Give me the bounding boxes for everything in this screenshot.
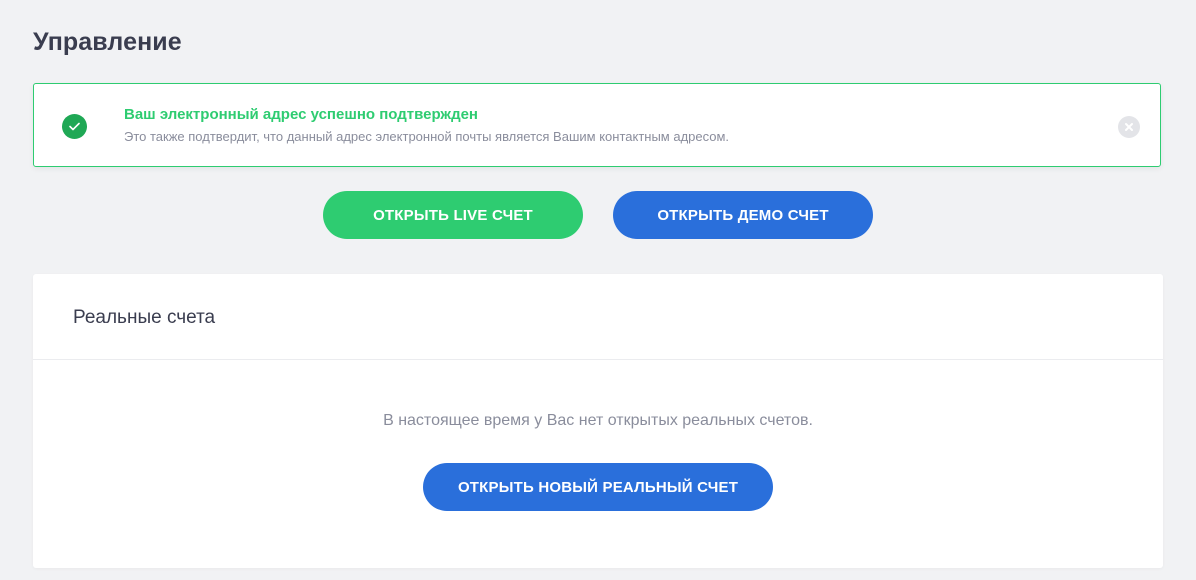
card-body: В настоящее время у Вас нет открытых реа… — [33, 360, 1163, 568]
empty-state-text: В настоящее время у Вас нет открытых реа… — [383, 412, 813, 429]
page-title: Управление — [33, 28, 182, 56]
card-title: Реальные счета — [73, 307, 216, 328]
close-circle-icon[interactable] — [1118, 116, 1140, 138]
open-new-real-account-button[interactable]: ОТКРЫТЬ НОВЫЙ РЕАЛЬНЫЙ СЧЕТ — [423, 463, 773, 511]
alert-text: Это также подтвердит, что данный адрес э… — [124, 129, 730, 144]
card-header: Реальные счета — [33, 274, 1163, 360]
real-accounts-card: Реальные счета В настоящее время у Вас н… — [33, 274, 1163, 568]
open-live-account-button[interactable]: ОТКРЫТЬ LIVE СЧЕТ — [323, 191, 583, 239]
open-demo-account-button[interactable]: ОТКРЫТЬ ДЕМО СЧЕТ — [613, 191, 873, 239]
success-alert: Ваш электронный адрес успешно подтвержде… — [33, 83, 1161, 167]
check-circle-icon — [62, 114, 87, 139]
alert-title: Ваш электронный адрес успешно подтвержде… — [124, 106, 478, 123]
page: Управление Ваш электронный адрес успешно… — [0, 0, 1196, 580]
